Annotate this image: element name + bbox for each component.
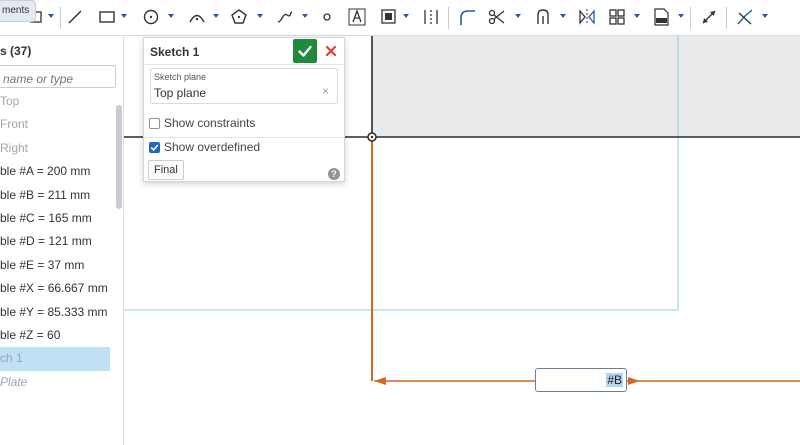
construction-icon[interactable] xyxy=(420,6,442,28)
pattern-caret[interactable] xyxy=(634,14,640,18)
sketch-dialog: Sketch 1 Sketch plane Top plane × Show c… xyxy=(143,37,345,182)
sketch-toolbar: ments xyxy=(0,0,800,36)
sketch-plane-field[interactable]: Sketch plane Top plane × xyxy=(150,68,338,104)
checkbox-check-icon xyxy=(150,143,159,151)
show-overdefined-checkbox[interactable]: Show overdefined xyxy=(149,138,339,156)
dimension-value: #B xyxy=(606,373,623,387)
show-constraints-box[interactable] xyxy=(149,117,160,129)
feature-filter-input[interactable] xyxy=(0,65,116,88)
show-constraints-label: Show constraints xyxy=(164,116,256,130)
line-icon[interactable] xyxy=(64,6,86,28)
rectangle-icon[interactable] xyxy=(96,6,118,28)
dimension-input[interactable]: #B xyxy=(535,368,627,392)
sketch-select-caret[interactable] xyxy=(48,14,54,18)
arc-caret[interactable] xyxy=(213,14,219,18)
feature-count-header: s (37) xyxy=(0,44,32,58)
toolbar-separator xyxy=(448,7,449,29)
feature-item-variable-c[interactable]: ble #C = 165 mm xyxy=(0,207,116,230)
clear-plane-icon[interactable]: × xyxy=(322,84,329,98)
trim-caret[interactable] xyxy=(515,14,521,18)
circle-caret[interactable] xyxy=(168,14,174,18)
feature-item-variable-y[interactable]: ble #Y = 85.333 mm xyxy=(0,301,116,324)
plane-face[interactable] xyxy=(372,36,800,137)
constraint-caret[interactable] xyxy=(762,14,768,18)
show-constraints-checkbox[interactable]: Show constraints xyxy=(149,114,339,132)
feature-item-variable-d[interactable]: ble #D = 121 mm xyxy=(0,230,116,253)
tab-label[interactable]: ments xyxy=(0,0,37,22)
checkmark-icon xyxy=(298,45,312,57)
feature-item-right-plane[interactable]: Right xyxy=(0,137,116,160)
spline-caret[interactable] xyxy=(302,14,308,18)
feature-item-variable-a[interactable]: ble #A = 200 mm xyxy=(0,160,116,183)
polygon-icon[interactable] xyxy=(228,6,250,28)
dialog-title: Sketch 1 xyxy=(150,45,200,59)
help-icon[interactable]: ? xyxy=(328,168,340,180)
close-icon xyxy=(325,45,337,57)
show-overdefined-box[interactable] xyxy=(149,141,160,153)
offset-icon[interactable] xyxy=(378,6,400,28)
feature-item-variable-z[interactable]: ble #Z = 60 xyxy=(0,324,116,347)
feature-item-top-plane[interactable]: Top xyxy=(0,90,116,113)
fillet-icon[interactable] xyxy=(456,6,478,28)
point-icon[interactable] xyxy=(316,6,338,28)
dialog-divider xyxy=(144,64,344,65)
feature-list-panel: s (37) Top Front Right ble #A = 200 mm b… xyxy=(0,36,124,445)
spline-icon[interactable] xyxy=(274,6,296,28)
arc-icon[interactable] xyxy=(186,6,208,28)
accept-button[interactable] xyxy=(293,39,317,63)
feature-item-plate[interactable]: Plate xyxy=(0,371,116,394)
feature-item-variable-b[interactable]: ble #B = 211 mm xyxy=(0,184,116,207)
feature-item-sketch-1[interactable]: ch 1 xyxy=(0,347,110,371)
feature-item-front-plane[interactable]: Front xyxy=(0,113,116,136)
sketch-plane-caption: Sketch plane xyxy=(154,72,207,82)
dxf-import-icon[interactable] xyxy=(650,6,672,28)
mirror-icon[interactable] xyxy=(576,6,598,28)
toolbar-separator xyxy=(726,7,727,29)
feature-item-variable-x[interactable]: ble #X = 66.667 mm xyxy=(0,277,116,300)
dxf-caret[interactable] xyxy=(678,14,684,18)
rectangle-caret[interactable] xyxy=(121,14,127,18)
use-caret[interactable] xyxy=(560,14,566,18)
trim-icon[interactable] xyxy=(486,6,508,28)
feature-list: Top Front Right ble #A = 200 mm ble #B =… xyxy=(0,90,116,394)
polygon-caret[interactable] xyxy=(257,14,263,18)
constraint-icon[interactable] xyxy=(734,6,756,28)
toolbar-separator xyxy=(60,7,61,29)
cancel-button[interactable] xyxy=(321,41,341,61)
circle-icon[interactable] xyxy=(140,6,162,28)
final-button[interactable]: Final xyxy=(148,160,184,180)
pattern-icon[interactable] xyxy=(606,6,628,28)
use-icon[interactable] xyxy=(532,6,554,28)
cad-app: ments s (37) name or type Top Front Righ… xyxy=(0,0,800,445)
feature-list-scrollbar[interactable] xyxy=(116,105,122,209)
offset-caret[interactable] xyxy=(403,14,409,18)
feature-item-variable-e[interactable]: ble #E = 37 mm xyxy=(0,254,116,277)
sketch-plane-value: Top plane xyxy=(154,86,207,100)
origin-point-center xyxy=(370,135,374,139)
show-overdefined-label: Show overdefined xyxy=(164,140,261,154)
dimension-icon[interactable] xyxy=(698,6,720,28)
toolbar-separator xyxy=(690,7,691,29)
text-icon[interactable] xyxy=(346,6,368,28)
